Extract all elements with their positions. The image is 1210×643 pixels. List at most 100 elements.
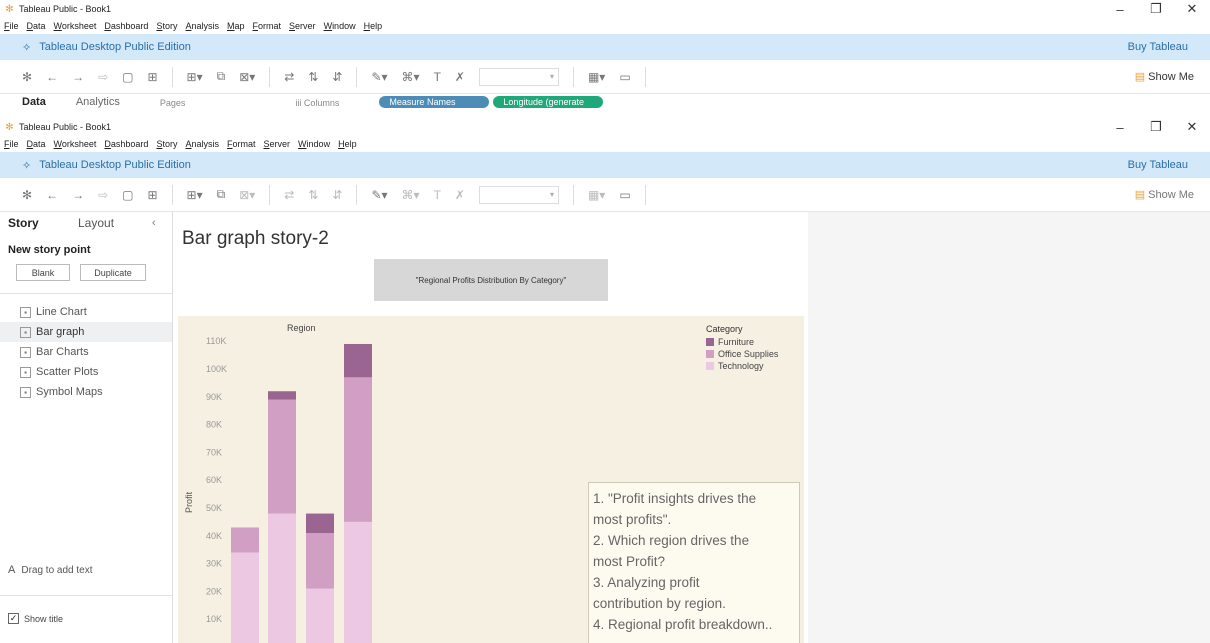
group-icon[interactable]: ⌘▾ [402, 70, 420, 84]
checkbox-checked-icon[interactable]: ✓ [8, 613, 19, 624]
story-title[interactable]: Bar graph story-2 [182, 228, 329, 250]
highlight-icon[interactable]: ✎▾ [371, 70, 387, 84]
new-worksheet-icon[interactable]: ⊞▾ [187, 188, 203, 202]
sort-desc-icon[interactable]: ⇵ [332, 188, 342, 202]
bar-segment-furniture[interactable] [306, 513, 334, 534]
sheet-item-scatter-plots[interactable]: ▪ Scatter Plots [0, 362, 172, 382]
swap-icon[interactable]: ⇄ [284, 188, 294, 202]
menu-dashboard[interactable]: Dashboard [104, 139, 148, 149]
bar-segment-technology[interactable] [306, 588, 334, 643]
longitude-pill[interactable]: Longitude (generate [493, 96, 604, 108]
undo-icon[interactable]: ← [46, 188, 58, 202]
menu-format[interactable]: Format [227, 139, 256, 149]
story-point-caption[interactable]: "Regional Profits Distribution By Catego… [374, 259, 608, 301]
tab-layout[interactable]: Layout [78, 216, 152, 230]
tab-analytics[interactable]: Analytics [76, 96, 120, 108]
measure-names-pill[interactable]: Measure Names [379, 96, 490, 108]
close-icon[interactable]: ✕ [1174, 119, 1210, 135]
buy-tableau-link[interactable]: Buy Tableau [1128, 159, 1188, 171]
menu-file[interactable]: File [4, 139, 19, 149]
presentation-icon[interactable]: ▭ [619, 70, 630, 84]
menu-help[interactable]: Help [338, 139, 357, 149]
clear-sheet-icon[interactable]: ⊠▾ [239, 188, 255, 202]
replay-icon[interactable]: ⇨ [98, 188, 108, 202]
bar-segment-technology[interactable] [344, 521, 372, 643]
swap-icon[interactable]: ⇄ [284, 70, 294, 84]
bar-segment-furniture[interactable] [268, 391, 296, 400]
duplicate-button[interactable]: Duplicate [80, 264, 146, 281]
menu-analysis[interactable]: Analysis [185, 21, 219, 31]
menu-worksheet[interactable]: Worksheet [54, 139, 97, 149]
tableau-logo-icon[interactable]: ✻ [22, 188, 32, 202]
bar-segment-furniture[interactable] [344, 343, 372, 378]
legend-item-technology[interactable]: Technology [706, 360, 778, 372]
sheet-item-bar-graph[interactable]: ▪ Bar graph [0, 322, 172, 342]
annotation-text-box[interactable]: 1. "Profit insights drives the most prof… [588, 482, 800, 643]
minimize-icon[interactable]: – [1102, 2, 1138, 17]
sheet-item-line-chart[interactable]: ▪ Line Chart [0, 302, 172, 322]
show-cards-icon[interactable]: ▦▾ [588, 70, 605, 84]
save-icon[interactable]: ▢ [122, 188, 133, 202]
sheet-item-bar-charts[interactable]: ▪ Bar Charts [0, 342, 172, 362]
menu-data[interactable]: Data [27, 139, 46, 149]
menu-file[interactable]: File [4, 21, 19, 31]
undo-icon[interactable]: ← [46, 70, 58, 84]
menu-dashboard[interactable]: Dashboard [104, 21, 148, 31]
menu-window[interactable]: Window [298, 139, 330, 149]
bar-segment-office-supplies[interactable] [344, 377, 372, 522]
sort-asc-icon[interactable]: ⇅ [308, 70, 318, 84]
menu-map[interactable]: Map [227, 21, 245, 31]
bar-segment-office-supplies[interactable] [268, 399, 296, 514]
labels-icon[interactable]: T [434, 70, 441, 84]
restore-icon[interactable]: ❐ [1138, 1, 1174, 17]
new-datasource-icon[interactable]: ⊞ [147, 70, 157, 84]
group-icon[interactable]: ⌘▾ [402, 188, 420, 202]
presentation-icon[interactable]: ▭ [619, 188, 630, 202]
bar-segment-technology[interactable] [268, 513, 296, 643]
new-worksheet-icon[interactable]: ⊞▾ [187, 70, 203, 84]
buy-tableau-link[interactable]: Buy Tableau [1128, 41, 1188, 53]
labels-icon[interactable]: T [434, 188, 441, 202]
fix-axes-icon[interactable]: ✗ [455, 70, 465, 84]
close-icon[interactable]: ✕ [1174, 1, 1210, 17]
show-title-checkbox[interactable]: ✓ Show title [8, 613, 63, 624]
legend-item-furniture[interactable]: Furniture [706, 336, 778, 348]
menu-worksheet[interactable]: Worksheet [54, 21, 97, 31]
menu-window[interactable]: Window [324, 21, 356, 31]
blank-button[interactable]: Blank [16, 264, 70, 281]
show-me-button[interactable]: ▤ Show Me [1135, 70, 1194, 83]
menu-format[interactable]: Format [253, 21, 282, 31]
show-me-button[interactable]: ▤ Show Me [1135, 188, 1194, 201]
menu-help[interactable]: Help [364, 21, 383, 31]
minimize-icon[interactable]: – [1102, 120, 1138, 135]
menu-story[interactable]: Story [156, 21, 177, 31]
tab-story[interactable]: Story [8, 216, 78, 230]
collapse-panel-icon[interactable]: ‹ [152, 217, 156, 229]
replay-icon[interactable]: ⇨ [98, 70, 108, 84]
duplicate-sheet-icon[interactable]: ⧉ [217, 69, 226, 84]
fit-dropdown[interactable]: ▾ [478, 185, 559, 204]
bar-segment-office-supplies[interactable] [231, 527, 259, 553]
sort-asc-icon[interactable]: ⇅ [308, 188, 318, 202]
show-cards-icon[interactable]: ▦▾ [588, 188, 605, 202]
highlight-icon[interactable]: ✎▾ [371, 188, 387, 202]
restore-icon[interactable]: ❐ [1138, 119, 1174, 135]
redo-icon[interactable]: → [72, 70, 84, 84]
menu-analysis[interactable]: Analysis [185, 139, 219, 149]
fix-axes-icon[interactable]: ✗ [455, 188, 465, 202]
save-icon[interactable]: ▢ [122, 70, 133, 84]
menu-story[interactable]: Story [156, 139, 177, 149]
tab-data[interactable]: Data [22, 96, 46, 108]
sort-desc-icon[interactable]: ⇵ [332, 70, 342, 84]
tableau-logo-icon[interactable]: ✻ [22, 70, 32, 84]
legend-item-office-supplies[interactable]: Office Supplies [706, 348, 778, 360]
drag-to-add-text[interactable]: A Drag to add text [8, 564, 93, 576]
redo-icon[interactable]: → [72, 188, 84, 202]
clear-sheet-icon[interactable]: ⊠▾ [239, 70, 255, 84]
bar-segment-technology[interactable] [231, 552, 259, 643]
bar-segment-office-supplies[interactable] [306, 533, 334, 589]
fit-dropdown[interactable]: ▾ [478, 67, 559, 86]
sheet-item-symbol-maps[interactable]: ▪ Symbol Maps [0, 382, 172, 402]
menu-data[interactable]: Data [27, 21, 46, 31]
menu-server[interactable]: Server [289, 21, 316, 31]
